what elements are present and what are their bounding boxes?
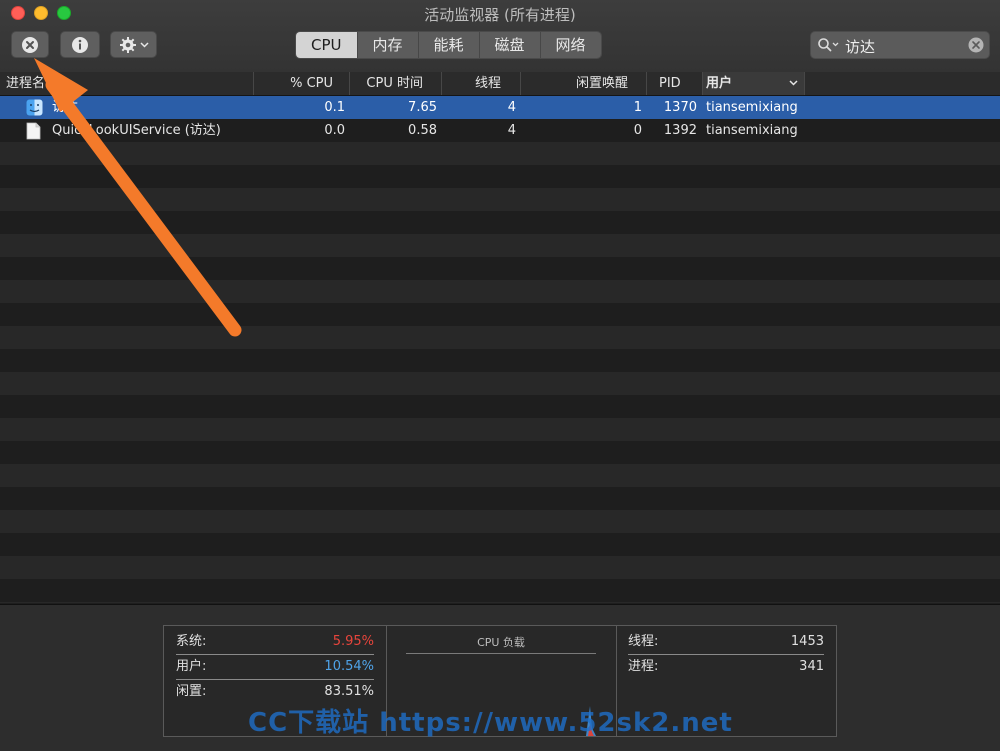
stat-threads-label: 线程: bbox=[628, 634, 659, 649]
cpu-load-title: CPU 负载 bbox=[477, 636, 525, 649]
stat-processes-label: 进程: bbox=[628, 659, 659, 674]
table-stripe bbox=[0, 165, 1000, 188]
cpu-load-divider bbox=[406, 653, 596, 654]
column-header-user-label: 用户 bbox=[706, 76, 733, 91]
process-name: 访达 bbox=[52, 100, 79, 115]
document-icon bbox=[26, 122, 41, 140]
window-title: 活动监视器 (所有进程) bbox=[424, 6, 576, 24]
quit-process-button[interactable] bbox=[11, 31, 49, 58]
tab-cpu[interactable]: CPU bbox=[296, 32, 358, 58]
pid: 1392 bbox=[663, 123, 697, 138]
stat-threads-value: 1453 bbox=[790, 634, 824, 649]
action-menu-button[interactable] bbox=[110, 31, 157, 58]
table-row[interactable]: QuickLookUIService (访达) 0.0 0.58 4 0 139… bbox=[0, 119, 1000, 142]
column-header-user[interactable]: 用户 bbox=[703, 72, 805, 95]
column-header-threads[interactable]: 线程 bbox=[442, 72, 521, 95]
pid: 1370 bbox=[663, 100, 697, 115]
stat-processes-value: 341 bbox=[799, 659, 824, 674]
table-stripe bbox=[0, 257, 1000, 280]
tab-memory[interactable]: 内存 bbox=[357, 32, 419, 58]
thread-count: 4 bbox=[507, 100, 516, 115]
clear-search-icon[interactable] bbox=[968, 37, 984, 53]
watermark: CC下载站 https://www.52sk2.net bbox=[248, 708, 733, 738]
table-stripe bbox=[0, 487, 1000, 510]
stat-user: 用户: 10.54% bbox=[176, 655, 374, 680]
idle-wakeups: 0 bbox=[633, 123, 642, 138]
table-stripe bbox=[0, 211, 1000, 234]
stat-idle: 闲置: 83.51% bbox=[176, 680, 374, 704]
user-name: tiansemixiang bbox=[706, 123, 798, 138]
stat-processes: 进程: 341 bbox=[628, 655, 824, 679]
table-stripe bbox=[0, 303, 1000, 326]
table-row[interactable]: 访达 0.1 7.65 4 1 1370 tiansemixiang bbox=[0, 96, 1000, 119]
gear-icon bbox=[119, 36, 136, 53]
process-table: 访达 0.1 7.65 4 1 1370 tiansemixiang Quick… bbox=[0, 96, 1000, 603]
table-stripe bbox=[0, 556, 1000, 579]
table-stripe bbox=[0, 533, 1000, 556]
column-header-pid[interactable]: PID bbox=[647, 72, 703, 95]
x-circle-icon bbox=[22, 36, 38, 53]
table-stripe bbox=[0, 510, 1000, 533]
tab-network[interactable]: 网络 bbox=[540, 32, 601, 58]
table-stripe bbox=[0, 418, 1000, 441]
table-header: 进程名 % CPU CPU 时间 线程 闲置唤醒 PID 用户 bbox=[0, 72, 1000, 96]
table-stripe bbox=[0, 602, 1000, 603]
user-name: tiansemixiang bbox=[706, 100, 798, 115]
column-header-cpu-percent[interactable]: % CPU bbox=[254, 72, 350, 95]
stat-system: 系统: 5.95% bbox=[176, 630, 374, 655]
chevron-down-icon bbox=[139, 41, 149, 48]
finder-icon bbox=[26, 99, 43, 116]
cpu-time: 7.65 bbox=[408, 100, 437, 115]
table-stripe bbox=[0, 579, 1000, 602]
tab-energy[interactable]: 能耗 bbox=[418, 32, 480, 58]
table-stripe bbox=[0, 234, 1000, 257]
stat-user-label: 用户: bbox=[176, 659, 207, 674]
tab-disk[interactable]: 磁盘 bbox=[479, 32, 541, 58]
search-input[interactable]: 访达 bbox=[845, 36, 875, 57]
cpu-time: 0.58 bbox=[408, 123, 437, 138]
search-field[interactable]: 访达 bbox=[810, 31, 990, 59]
table-stripe bbox=[0, 441, 1000, 464]
table-stripe bbox=[0, 142, 1000, 165]
table-stripe bbox=[0, 280, 1000, 303]
table-stripe bbox=[0, 464, 1000, 487]
toolbar: 活动监视器 (所有进程) CPU 内存 能耗 磁盘 网络 访达 bbox=[0, 0, 1000, 73]
stat-user-value: 10.54% bbox=[324, 659, 374, 674]
thread-count: 4 bbox=[507, 123, 516, 138]
stat-threads: 线程: 1453 bbox=[628, 630, 824, 655]
stat-idle-label: 闲置: bbox=[176, 684, 207, 699]
table-stripe bbox=[0, 395, 1000, 418]
search-icon bbox=[818, 38, 839, 52]
info-icon bbox=[72, 36, 88, 53]
cpu-percent: 0.0 bbox=[324, 123, 345, 138]
sort-chevron-icon bbox=[789, 80, 798, 86]
column-header-cpu-time[interactable]: CPU 时间 bbox=[350, 72, 442, 95]
process-name: QuickLookUIService (访达) bbox=[52, 123, 221, 138]
view-tabs: CPU 内存 能耗 磁盘 网络 bbox=[295, 31, 602, 59]
stat-system-value: 5.95% bbox=[332, 634, 374, 649]
table-stripe bbox=[0, 349, 1000, 372]
table-stripe bbox=[0, 372, 1000, 395]
table-stripe bbox=[0, 188, 1000, 211]
idle-wakeups: 1 bbox=[633, 100, 642, 115]
stat-idle-value: 83.51% bbox=[324, 684, 374, 699]
table-stripe bbox=[0, 326, 1000, 349]
cpu-percent: 0.1 bbox=[324, 100, 345, 115]
column-header-process-name[interactable]: 进程名 bbox=[0, 72, 254, 95]
stat-system-label: 系统: bbox=[176, 634, 207, 649]
column-header-idle-wakeups[interactable]: 闲置唤醒 bbox=[521, 72, 647, 95]
inspect-process-button[interactable] bbox=[60, 31, 100, 58]
